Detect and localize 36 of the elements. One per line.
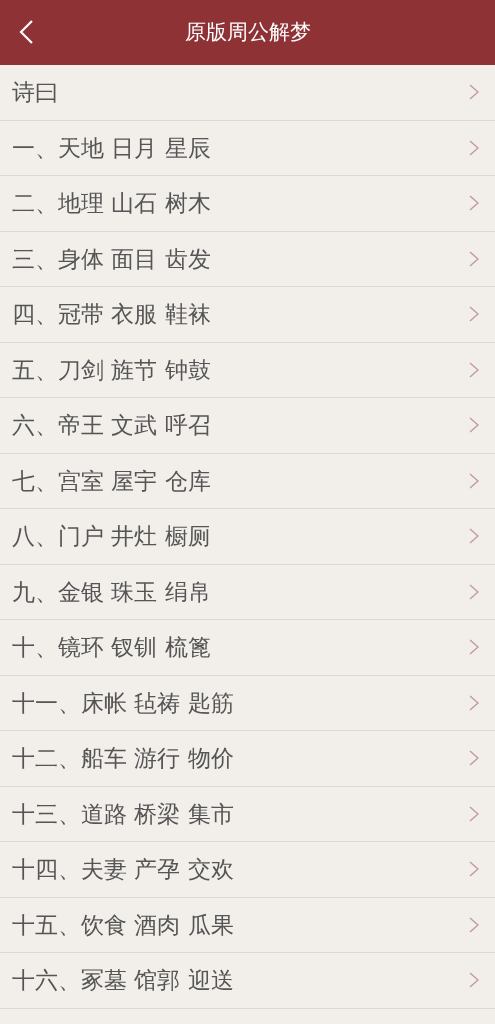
chevron-right-icon bbox=[469, 694, 479, 711]
list-item[interactable]: 十二、船车 游行 物价 bbox=[0, 731, 495, 787]
chevron-right-icon bbox=[469, 472, 479, 489]
list-item[interactable]: 十、镜环 钗钏 梳篦 bbox=[0, 620, 495, 676]
chevron-right-icon bbox=[469, 916, 479, 933]
list-item[interactable]: 十四、夫妻 产孕 交欢 bbox=[0, 842, 495, 898]
chevron-right-icon bbox=[469, 306, 479, 323]
list-item[interactable]: 十五、饮食 酒肉 瓜果 bbox=[0, 897, 495, 953]
chevron-right-icon bbox=[469, 805, 479, 822]
chevron-right-icon bbox=[469, 417, 479, 434]
chevron-right-icon bbox=[469, 195, 479, 212]
chevron-right-icon bbox=[469, 861, 479, 878]
chevron-right-icon bbox=[469, 639, 479, 656]
chevron-right-icon bbox=[469, 361, 479, 378]
list-item[interactable]: 四、冠带 衣服 鞋袜 bbox=[0, 287, 495, 343]
list-item[interactable]: 八、门户 井灶 橱厕 bbox=[0, 509, 495, 565]
list-item[interactable]: 五、刀剑 旌节 钟鼓 bbox=[0, 342, 495, 398]
chevron-right-icon bbox=[469, 528, 479, 545]
list-item[interactable]: 二、地理 山石 树木 bbox=[0, 176, 495, 232]
list-item[interactable]: 七、宫室 屋宇 仓库 bbox=[0, 453, 495, 509]
list-item[interactable]: 九、金银 珠玉 绢帛 bbox=[0, 564, 495, 620]
list-item[interactable]: 十一、床帐 毡祷 匙筋 bbox=[0, 675, 495, 731]
chevron-right-icon bbox=[469, 583, 479, 600]
chevron-right-icon bbox=[469, 84, 479, 101]
list-item[interactable]: 一、天地 日月 星辰 bbox=[0, 120, 495, 176]
back-icon bbox=[18, 19, 34, 45]
list-item[interactable]: 三、身体 面目 齿发 bbox=[0, 231, 495, 287]
list-item[interactable]: 诗曰 bbox=[0, 65, 495, 121]
chevron-right-icon bbox=[469, 972, 479, 989]
chevron-right-icon bbox=[469, 250, 479, 267]
chevron-right-icon bbox=[469, 139, 479, 156]
list-item[interactable]: 十三、道路 桥梁 集市 bbox=[0, 786, 495, 842]
page-title: 原版周公解梦 bbox=[184, 18, 311, 46]
list-item[interactable]: 十六、冢墓 馆郭 迎送 bbox=[0, 953, 495, 1009]
chevron-right-icon bbox=[469, 750, 479, 767]
list-item[interactable]: 六、帝王 文武 呼召 bbox=[0, 398, 495, 454]
